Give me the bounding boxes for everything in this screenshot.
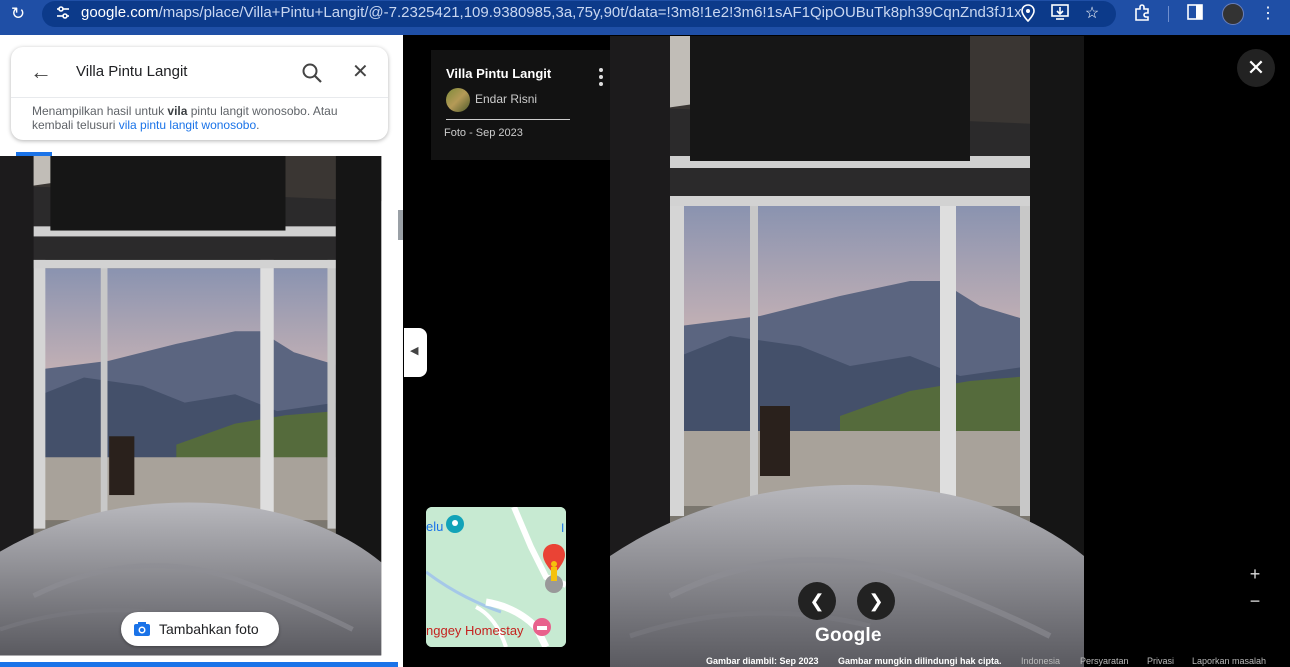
- back-arrow-icon[interactable]: ←: [30, 61, 52, 83]
- mini-map[interactable]: elu I nggey Homestay: [426, 507, 566, 647]
- copyright-note: Gambar mungkin dilindungi hak cipta.: [838, 656, 1002, 666]
- maps-side-panel: ← Villa Pintu Langit ✕ Menampilkan hasil…: [0, 35, 403, 667]
- collapse-panel-button[interactable]: ◀: [404, 328, 427, 377]
- terms-link[interactable]: Persyaratan: [1080, 656, 1129, 666]
- google-logo: Google: [815, 625, 882, 646]
- map-footer: Gambar diambil: Sep 2023 Gambar mungkin …: [700, 656, 1290, 667]
- map-label: I: [561, 521, 565, 535]
- scrollbar-thumb[interactable]: [398, 210, 403, 240]
- install-icon[interactable]: [1050, 4, 1070, 24]
- original-query-link[interactable]: vila pintu langit wonosobo: [119, 118, 256, 132]
- map-label: elu: [426, 519, 444, 534]
- search-card: ← Villa Pintu Langit ✕ Menampilkan hasil…: [11, 47, 388, 140]
- panel-bottom-bar: [0, 662, 398, 667]
- add-photo-label: Tambahkan foto: [159, 621, 259, 637]
- place-name[interactable]: Villa Pintu Langit: [446, 66, 551, 81]
- extension-icon[interactable]: [1132, 4, 1152, 24]
- url-host: google.com: [81, 4, 159, 21]
- more-vert-icon[interactable]: [599, 68, 605, 86]
- previous-photo-button[interactable]: ❮: [798, 582, 836, 620]
- url-path: /maps/place/Villa+Pintu+Langit/@-7.23254…: [158, 4, 1021, 21]
- profile-avatar[interactable]: [1222, 3, 1244, 25]
- menu-icon[interactable]: ⋮: [1258, 4, 1278, 24]
- zoom-out-button[interactable]: −: [1246, 592, 1264, 610]
- search-correction-note: Menampilkan hasil untuk vila pintu langi…: [32, 104, 372, 132]
- author-name[interactable]: Endar Risni: [475, 92, 537, 106]
- map-label-homestay: nggey Homestay: [426, 623, 524, 638]
- sidepanel-icon[interactable]: [1185, 4, 1205, 24]
- close-viewer-button[interactable]: ✕: [1237, 49, 1275, 87]
- place-photo[interactable]: [0, 156, 398, 667]
- star-icon[interactable]: ☆: [1082, 4, 1102, 24]
- close-icon[interactable]: ✕: [352, 60, 369, 84]
- location-icon[interactable]: [1018, 4, 1038, 24]
- report-problem-link[interactable]: Laporkan masalah: [1192, 656, 1266, 666]
- divider: [11, 97, 388, 98]
- toolbar-separator: [1168, 6, 1169, 22]
- divider: [446, 119, 570, 120]
- camera-icon: [134, 622, 150, 636]
- browser-toolbar: ↻ google.com/maps/place/Villa+Pintu+Lang…: [0, 0, 1290, 35]
- chevron-left-icon: ❮: [809, 591, 825, 611]
- search-icon[interactable]: [300, 61, 324, 85]
- photo-date: Foto - Sep 2023: [444, 127, 523, 139]
- add-photo-button[interactable]: Tambahkan foto: [121, 612, 279, 646]
- chevron-right-icon: ❯: [868, 591, 884, 611]
- tune-icon[interactable]: [55, 5, 71, 21]
- note-bold: vila: [167, 104, 188, 118]
- chevron-left-icon: ◀: [410, 345, 419, 357]
- zoom-in-button[interactable]: +: [1246, 565, 1264, 583]
- search-input[interactable]: Villa Pintu Langit: [76, 63, 187, 80]
- language-link[interactable]: Indonesia: [1021, 656, 1060, 666]
- url-text[interactable]: google.com/maps/place/Villa+Pintu+Langit…: [81, 4, 1021, 22]
- main-photo[interactable]: [610, 36, 1084, 667]
- hotel-icon: [533, 618, 551, 636]
- photo-info-card: Villa Pintu Langit Endar Risni Foto - Se…: [431, 50, 627, 160]
- reload-icon[interactable]: ↻: [9, 5, 27, 23]
- next-photo-button[interactable]: ❯: [857, 582, 895, 620]
- author-avatar[interactable]: [446, 88, 470, 112]
- close-icon: ✕: [1246, 55, 1266, 80]
- note-prefix: Menampilkan hasil untuk: [32, 104, 168, 118]
- capture-date: Gambar diambil: Sep 2023: [706, 656, 819, 666]
- note-end: .: [256, 118, 260, 132]
- pegman-icon[interactable]: [541, 544, 566, 594]
- privacy-link[interactable]: Privasi: [1147, 656, 1174, 666]
